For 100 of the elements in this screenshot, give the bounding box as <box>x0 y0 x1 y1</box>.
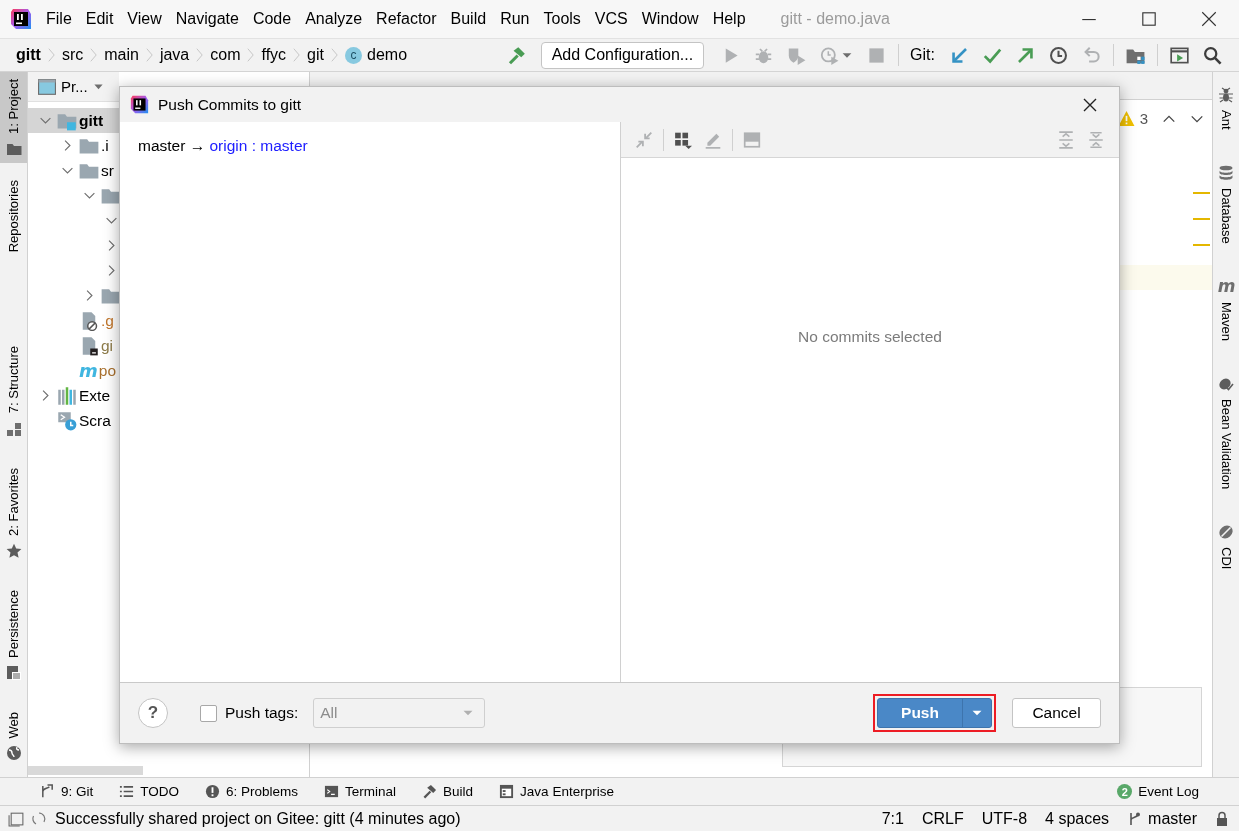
chevron-icon <box>292 46 302 64</box>
breadcrumb[interactable]: git <box>307 46 324 64</box>
warning-count[interactable]: 3 <box>1139 110 1148 127</box>
menu-item[interactable]: Tools <box>536 8 588 30</box>
tool-window-tab[interactable]: Web <box>0 704 27 767</box>
branch-mapping[interactable]: master → origin : master <box>138 137 308 154</box>
app-logo-icon <box>10 8 32 30</box>
maximize-icon[interactable] <box>1140 10 1158 28</box>
breadcrumb[interactable]: main <box>104 46 139 64</box>
status-item[interactable]: 4 spaces <box>1045 809 1110 828</box>
library-icon <box>57 385 77 406</box>
caret-icon <box>92 81 104 92</box>
breadcrumb[interactable]: c demo <box>345 46 408 64</box>
cancel-button[interactable]: Cancel <box>1012 698 1101 728</box>
status-message[interactable]: Successfully shared project on Gitee: gitt (4 minutes ago) <box>55 809 461 828</box>
tree-item-label: sr <box>101 161 114 180</box>
chevron-icon <box>89 46 99 64</box>
breadcrumb-label: demo <box>367 46 408 64</box>
breadcrumb[interactable]: com <box>210 46 241 64</box>
tool-window-tab[interactable]: CDI <box>1213 517 1239 576</box>
tool-window-tab[interactable]: Repositories <box>0 172 27 259</box>
breadcrumb[interactable]: ffyc <box>261 46 287 64</box>
tree-item-label: po <box>98 361 116 380</box>
letter-icon: m <box>79 361 97 380</box>
breadcrumb[interactable]: gitt <box>16 46 41 64</box>
class-icon: c <box>345 46 362 64</box>
tool-window-tab[interactable]: 1: Project <box>0 72 27 163</box>
breadcrumb[interactable]: java <box>159 46 190 64</box>
close-icon[interactable] <box>1200 10 1218 28</box>
scrollbar[interactable] <box>28 766 143 775</box>
status-item[interactable]: UTF-8 <box>981 809 1028 828</box>
arrow-icon[interactable] <box>1016 45 1035 65</box>
menu-item[interactable]: Navigate <box>168 8 246 30</box>
menu-item[interactable]: Help <box>705 8 753 30</box>
scratch-file-icon <box>57 410 77 431</box>
help-button[interactable]: ? <box>138 698 168 728</box>
tool-window-button[interactable]: Terminal <box>324 784 397 799</box>
close-icon[interactable] <box>1082 96 1098 113</box>
window-icon[interactable] <box>1170 45 1189 65</box>
tree-item-label: gi <box>101 336 114 355</box>
menu-item[interactable]: Edit <box>78 8 121 30</box>
breadcrumb[interactable]: src <box>61 46 84 64</box>
tree-item-label: gitt <box>79 111 104 130</box>
menu-item[interactable]: View <box>120 8 169 30</box>
branch-widget[interactable]: master <box>1127 809 1197 828</box>
tree-item-label: .g <box>101 311 114 330</box>
tool-window-button[interactable]: Java Enterprise <box>499 784 614 799</box>
tool-window-tab[interactable]: Ant <box>1213 80 1239 136</box>
arrow-icon[interactable] <box>950 45 969 65</box>
tool-window-tab[interactable]: 2: Favorites <box>0 460 27 565</box>
tool-window-button[interactable]: Build <box>422 784 474 799</box>
selected-row[interactable]: gitt <box>28 108 119 133</box>
menu-item[interactable]: VCS <box>587 8 635 30</box>
hammer-icon[interactable] <box>506 45 526 65</box>
event-log-button[interactable]: Event Log <box>1138 784 1199 799</box>
tool-window-tab[interactable]: 7: Structure <box>0 339 27 443</box>
git-label: Git: <box>910 46 935 64</box>
tool-window-button[interactable]: 9: Git <box>40 784 94 799</box>
clock-icon[interactable] <box>1049 45 1068 65</box>
alert-icon <box>205 784 221 799</box>
menu-item[interactable]: Build <box>443 8 494 30</box>
menu-item[interactable]: Code <box>245 8 299 30</box>
tree-item-label: Exte <box>79 386 110 405</box>
menu-item[interactable]: File <box>39 8 79 30</box>
spinner-icon <box>31 810 47 827</box>
grid-icon[interactable] <box>674 130 692 149</box>
status-item[interactable]: CRLF <box>921 809 964 828</box>
push-button[interactable]: Push <box>877 698 992 728</box>
database-icon <box>1218 164 1234 181</box>
chevron-icon <box>246 46 256 64</box>
chevron-icon <box>144 46 154 64</box>
tool-window-tab[interactable]: Persistence <box>0 582 27 687</box>
window-icon <box>499 784 515 799</box>
bean-icon <box>1218 376 1234 393</box>
square-icon[interactable] <box>8 810 25 827</box>
status-item[interactable]: 7:1 <box>881 809 904 828</box>
run-configuration-button[interactable]: Add Configuration... <box>540 41 705 69</box>
tool-window-tab[interactable]: Bean Validation <box>1213 369 1239 496</box>
search-icon[interactable] <box>1203 45 1222 65</box>
list-icon <box>119 784 135 799</box>
menu-item[interactable]: Refactor <box>369 8 444 30</box>
chevron-icon <box>195 46 205 64</box>
checkbox-label: Push tags: <box>225 704 299 722</box>
empty-message: No commits selected <box>798 328 942 346</box>
menu-item[interactable]: Run <box>493 8 537 30</box>
app-logo-icon <box>130 95 149 114</box>
tool-window-tab[interactable]: m Maven <box>1213 271 1239 348</box>
count-badge: 2 <box>1117 784 1133 799</box>
menu-item[interactable]: Analyze <box>298 8 370 30</box>
window-title: gitt - demo.java <box>780 10 890 28</box>
table-icon <box>5 664 22 681</box>
hammer-icon <box>422 784 438 799</box>
tool-window-button[interactable]: 6: Problems <box>205 784 299 799</box>
menu-item[interactable]: Window <box>634 8 706 30</box>
chevron-icon <box>330 46 339 64</box>
tool-window-button[interactable]: TODO <box>119 784 180 799</box>
dialog-title: Push Commits to gitt <box>158 95 301 114</box>
window-icon <box>38 77 56 96</box>
tool-window-tab[interactable]: Database <box>1213 157 1239 250</box>
tree-item-label: Scra <box>79 411 111 430</box>
